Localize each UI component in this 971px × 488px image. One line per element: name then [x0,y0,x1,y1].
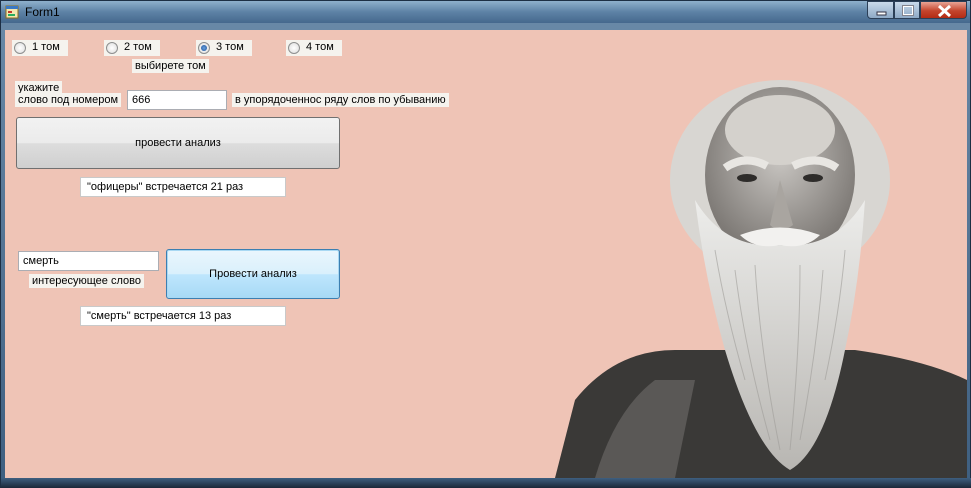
radio-label: 2 том [124,41,152,53]
form-app-icon [5,5,19,19]
radio-button-circle[interactable] [106,42,118,54]
maximize-icon [902,5,914,16]
radio-label: 3 том [216,41,244,53]
form-client-area: 1 том 2 том 3 том 4 том выбирете том ука… [5,30,967,478]
radio-volume-3[interactable]: 3 том [196,40,252,56]
radio-button-circle[interactable] [14,42,26,54]
radio-button-circle[interactable] [198,42,210,54]
minimize-icon [876,11,887,16]
radio-volume-2[interactable]: 2 том [104,40,160,56]
main-window: Form1 1 том 2 том 3 том 4 том выбирете т… [0,0,971,488]
rank-label-line2: слово под номером [15,93,122,107]
window-title: Form1 [25,5,60,19]
radio-volume-1[interactable]: 1 том [12,40,68,56]
radio-label: 1 том [32,41,60,53]
rank-result-field: "офицеры" встречается 21 раз [80,177,286,197]
rank-number-input[interactable]: 666 [127,90,227,110]
portrait-photo [555,80,967,478]
radio-volume-4[interactable]: 4 том [286,40,342,56]
rank-analyze-button[interactable]: провести анализ [16,117,340,169]
word-result-field: "смерть" встречается 13 раз [80,306,286,326]
word-analyze-button[interactable]: Провести анализ [166,249,340,299]
minimize-button[interactable] [867,1,894,19]
word-input[interactable]: смерть [18,251,159,271]
close-button[interactable] [920,1,967,19]
close-icon [937,4,952,18]
radio-button-circle[interactable] [288,42,300,54]
radio-label: 4 том [306,41,334,53]
volume-caption: выбирете том [132,59,209,73]
rank-suffix-label: в упорядоченнос ряду слов по убыванию [232,93,449,107]
title-bar[interactable]: Form1 [1,1,970,23]
word-caption: интересующее слово [29,274,144,288]
maximize-button[interactable] [894,1,920,19]
